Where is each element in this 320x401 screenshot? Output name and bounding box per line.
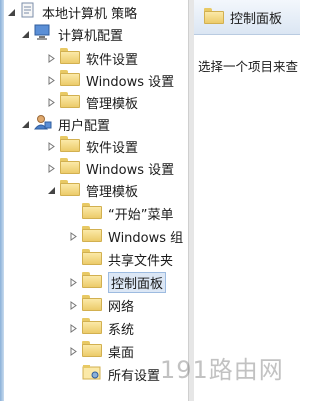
policy-tree[interactable]: 本地计算机 策略 计算机配置 软件设置 Windows 设置 管理模板 用户配置 (4, 0, 188, 401)
tree-item-label: 管理模板 (86, 184, 139, 200)
tree-item-computer-software-settings[interactable]: 软件设置 (46, 46, 138, 70)
tree-item-user-software-settings[interactable]: 软件设置 (46, 134, 138, 158)
tree-item-label: “开始”菜单 (108, 207, 174, 223)
folder-icon (60, 70, 80, 90)
tree-item-computer-windows-settings[interactable]: Windows 设置 (46, 68, 174, 92)
folder-icon (60, 136, 80, 156)
tree-item-network[interactable]: 网络 (68, 293, 134, 317)
toggle-spacer (68, 254, 78, 264)
collapse-arrow-icon[interactable] (6, 7, 16, 17)
tree-item-label: 计算机配置 (58, 28, 124, 44)
policy-document-icon (20, 2, 36, 22)
expand-arrow-icon[interactable] (68, 231, 78, 241)
tree-item-windows-components[interactable]: Windows 组 (68, 224, 183, 248)
tree-item-root[interactable]: 本地计算机 策略 (6, 0, 137, 24)
details-description: 选择一个项目来查 (198, 59, 299, 74)
collapse-arrow-icon[interactable] (20, 119, 30, 129)
folder-icon (60, 158, 80, 178)
tree-item-label: Windows 设置 (86, 74, 175, 90)
tree-item-computer-config[interactable]: 计算机配置 (20, 22, 123, 46)
tree-item-label: 网络 (108, 299, 135, 315)
folder-icon (82, 249, 102, 269)
tree-item-user-windows-settings[interactable]: Windows 设置 (46, 156, 174, 180)
folder-icon (60, 92, 80, 112)
expand-arrow-icon[interactable] (68, 277, 78, 287)
tree-item-user-config[interactable]: 用户配置 (20, 112, 110, 136)
user-icon (33, 114, 52, 134)
tree-item-all-settings[interactable]: 所有设置 (68, 362, 160, 386)
collapse-arrow-icon[interactable] (46, 185, 56, 195)
expand-arrow-icon[interactable] (46, 75, 56, 85)
tree-item-label: Windows 设置 (86, 162, 175, 178)
expand-arrow-icon[interactable] (68, 346, 78, 356)
watermark-text: 191路由网 (160, 356, 284, 384)
tree-item-label: 桌面 (108, 345, 135, 361)
details-pane: 控制面板 选择一个项目来查 (194, 0, 300, 401)
toggle-spacer (68, 369, 78, 379)
folder-icon (82, 226, 102, 246)
folder-icon (82, 341, 102, 361)
expand-arrow-icon[interactable] (46, 53, 56, 63)
details-header: 控制面板 (194, 0, 300, 35)
tree-item-label-selected: 控制面板 (108, 271, 167, 293)
folder-icon (82, 203, 102, 223)
tree-item-label: 本地计算机 策略 (42, 6, 138, 22)
tree-item-label: 管理模板 (86, 96, 139, 112)
folder-icon (204, 8, 224, 24)
tree-item-computer-admin-templates[interactable]: 管理模板 (46, 90, 138, 114)
toggle-spacer (68, 208, 78, 218)
tree-item-shared-folders[interactable]: 共享文件夹 (68, 247, 173, 271)
expand-arrow-icon[interactable] (68, 323, 78, 333)
collapse-arrow-icon[interactable] (20, 29, 30, 39)
tree-item-label: 所有设置 (108, 368, 161, 384)
tree-item-label: 软件设置 (86, 140, 139, 156)
expand-arrow-icon[interactable] (46, 141, 56, 151)
tree-item-label: 共享文件夹 (108, 253, 174, 269)
all-settings-folder-icon (82, 364, 102, 384)
folder-icon (82, 318, 102, 338)
tree-item-control-panel[interactable]: 控制面板 (68, 270, 167, 294)
tree-item-start-menu[interactable]: “开始”菜单 (68, 201, 173, 225)
tree-item-label: Windows 组 (108, 230, 184, 246)
tree-item-system[interactable]: 系统 (68, 316, 134, 340)
tree-item-label: 软件设置 (86, 52, 139, 68)
expand-arrow-icon[interactable] (68, 300, 78, 310)
folder-icon (60, 180, 80, 200)
expand-arrow-icon[interactable] (46, 97, 56, 107)
computer-icon (34, 24, 52, 44)
folder-icon (82, 272, 102, 292)
tree-item-label: 用户配置 (58, 118, 111, 134)
folder-icon (60, 48, 80, 68)
folder-icon (82, 295, 102, 315)
tree-item-desktop[interactable]: 桌面 (68, 339, 134, 363)
tree-item-label: 系统 (108, 322, 135, 338)
details-header-title: 控制面板 (230, 12, 283, 27)
expand-arrow-icon[interactable] (46, 163, 56, 173)
tree-item-user-admin-templates[interactable]: 管理模板 (46, 178, 138, 202)
